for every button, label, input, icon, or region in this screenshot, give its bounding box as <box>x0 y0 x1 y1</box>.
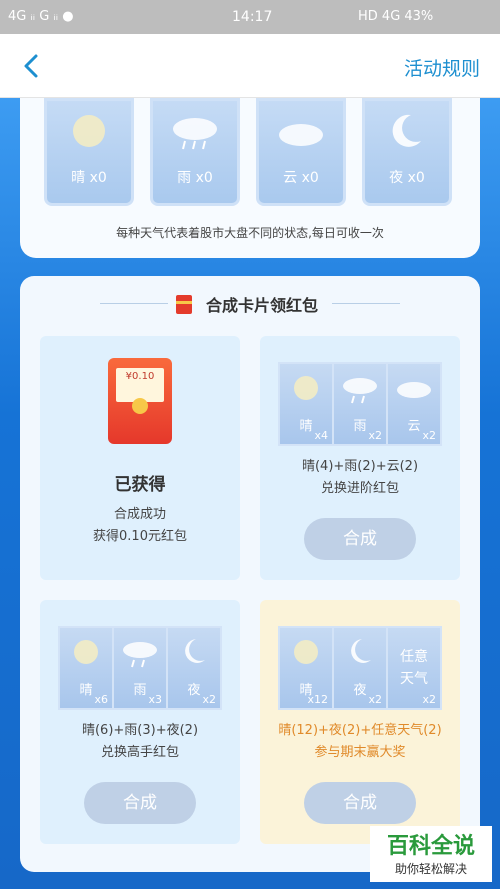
status-bar: 4G ᵢᵢ G ᵢᵢ ● 14:17 HD 4G 43% <box>0 0 500 34</box>
card-combo: 晴 x12 夜 x2 任意天气 x2 <box>278 626 442 710</box>
synthesize-button[interactable]: 合成 <box>304 518 416 560</box>
tile-count: 夜 x0 <box>389 170 425 186</box>
signal-indicators: 4G ᵢᵢ G ᵢᵢ ● <box>8 9 74 24</box>
mini-card-count: x6 <box>94 693 108 706</box>
collection-hint: 每种天气代表着股市大盘不同的状态,每日可收一次 <box>116 226 384 240</box>
weather-tile-night[interactable]: 夜 x0 <box>362 98 452 206</box>
mini-card-count: x12 <box>307 693 328 706</box>
battery-network-status: HD 4G 43% <box>358 9 434 24</box>
mini-card-night: 夜 x2 <box>332 626 388 710</box>
mini-card-sunny: 晴 x4 <box>278 362 334 446</box>
mini-card-count: x2 <box>368 693 382 706</box>
card-combo: 晴 x6 雨 x3 夜 x2 <box>58 626 222 710</box>
synthesis-card: 合成卡片领红包 ¥0.10 已获得 合成成功 获得0.10元红包 晴 x4 雨 … <box>20 276 480 872</box>
mini-card-count: x3 <box>148 693 162 706</box>
reward-panel-grand-prize: 晴 x12 夜 x2 任意天气 x2 晴(12)+夜(2)+任意天气(2) 参与… <box>260 600 460 844</box>
mini-card-rain: 雨 x2 <box>332 362 388 446</box>
mini-card-cloud: 云 x2 <box>386 362 442 446</box>
moon-icon <box>392 114 421 147</box>
watermark-subtitle: 助你轻松解决 <box>394 862 467 876</box>
moon-icon <box>351 639 371 663</box>
reward-panel-advanced: 晴 x4 雨 x2 云 x2 晴(4)+雨(2)+云(2) 兑换进阶红包 合成 <box>260 336 460 580</box>
coin-icon <box>132 398 148 414</box>
envelope-amount: ¥0.10 <box>116 368 164 402</box>
reward-panel-expert: 晴 x6 雨 x3 夜 x2 晴(6)+雨(3)+夜(2) 兑换高手红包 合成 <box>40 600 240 844</box>
combo-reward: 兑换高手红包 <box>100 745 179 760</box>
moon-icon <box>185 639 205 663</box>
mini-card-count: x2 <box>422 429 436 442</box>
combo-reward: 兑换进阶红包 <box>320 481 399 496</box>
mini-card-count: x4 <box>314 429 328 442</box>
obtained-status: 已获得 <box>114 475 166 495</box>
sun-icon <box>74 640 98 664</box>
mini-card-any-weather: 任意天气 x2 <box>386 626 442 710</box>
watermark-title: 百科全说 <box>386 834 475 859</box>
mini-card-night: 夜 x2 <box>166 626 222 710</box>
sun-icon <box>294 376 318 400</box>
rain-cloud-icon <box>343 378 377 404</box>
combo-formula: 晴(6)+雨(3)+夜(2) <box>81 723 199 738</box>
section-title: 合成卡片领红包 <box>205 296 318 315</box>
synthesize-button[interactable]: 合成 <box>304 782 416 824</box>
cloud-icon <box>397 382 431 398</box>
combo-formula: 晴(4)+雨(2)+云(2) <box>301 459 419 474</box>
back-button[interactable] <box>14 48 50 84</box>
watermark: 百科全说 助你轻松解决 <box>370 826 492 882</box>
success-text: 合成成功 <box>113 507 166 522</box>
tile-count: 晴 x0 <box>71 170 107 186</box>
clock: 14:17 <box>232 9 273 25</box>
rain-cloud-icon <box>123 642 157 668</box>
weather-collection-card: 晴 x0 雨 x0 云 x0 夜 x0 每种天气代表着股市大盘不同的状态,每日可… <box>20 98 480 258</box>
tile-count: 雨 x0 <box>177 170 213 186</box>
chevron-left-icon <box>24 54 38 78</box>
activity-rules-link[interactable]: 活动规则 <box>404 54 480 81</box>
mini-card-sunny: 晴 x12 <box>278 626 334 710</box>
reward-panel-obtained: ¥0.10 已获得 合成成功 获得0.10元红包 <box>40 336 240 580</box>
cloud-icon <box>279 124 323 146</box>
mini-card-rain: 雨 x3 <box>112 626 168 710</box>
tile-count: 云 x0 <box>283 170 319 186</box>
weather-tile-rain[interactable]: 雨 x0 <box>150 98 240 206</box>
red-envelope: ¥0.10 <box>108 358 172 444</box>
rain-cloud-icon <box>173 118 217 150</box>
weather-tile-cloud[interactable]: 云 x0 <box>256 98 346 206</box>
mini-card-count: x2 <box>202 693 216 706</box>
combo-reward: 参与期末赢大奖 <box>314 745 406 760</box>
card-combo: 晴 x4 雨 x2 云 x2 <box>278 362 442 446</box>
nav-bar: 活动规则 <box>0 34 500 98</box>
sun-icon <box>73 115 105 147</box>
mini-card-count: x2 <box>422 693 436 706</box>
mini-card-sunny: 晴 x6 <box>58 626 114 710</box>
reward-amount-text: 获得0.10元红包 <box>93 529 187 544</box>
mini-card-label: 任意天气 <box>400 649 428 687</box>
weather-tile-sunny[interactable]: 晴 x0 <box>44 98 134 206</box>
synthesize-button[interactable]: 合成 <box>84 782 196 824</box>
mini-card-count: x2 <box>368 429 382 442</box>
sun-icon <box>294 640 318 664</box>
combo-formula: 晴(12)+夜(2)+任意天气(2) <box>278 723 442 738</box>
